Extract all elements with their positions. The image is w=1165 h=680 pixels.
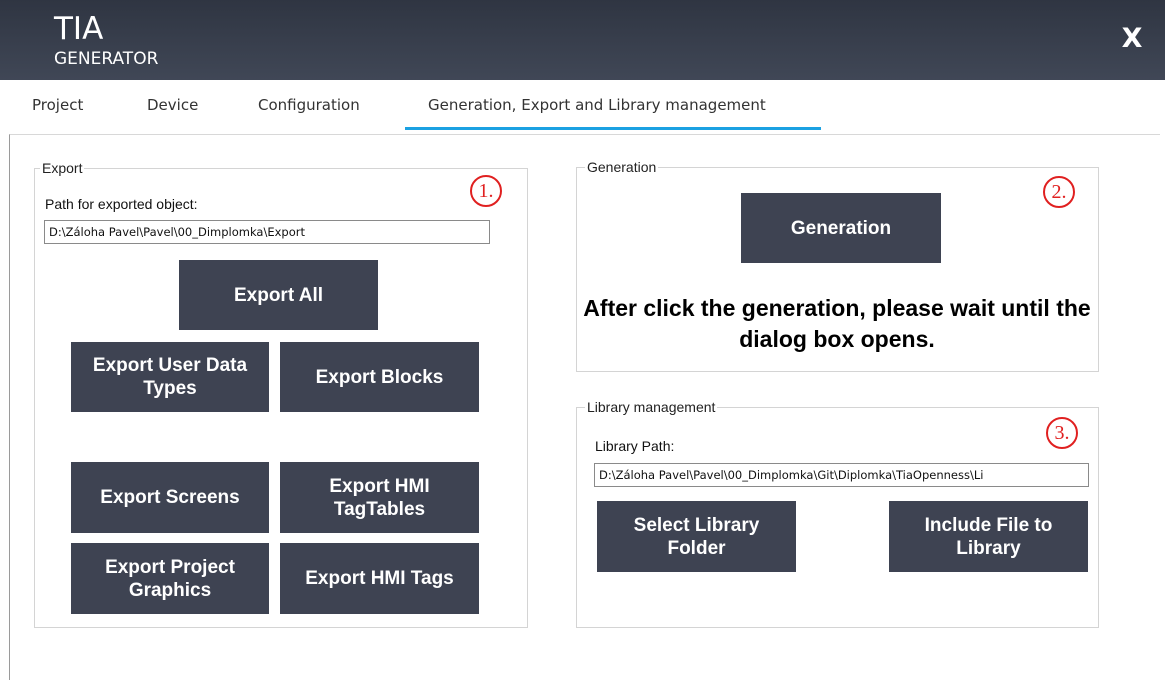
export-blocks-button[interactable]: Export Blocks: [280, 342, 479, 412]
step-marker-2: 2.: [1043, 176, 1075, 208]
step-marker-3: 3.: [1046, 417, 1078, 449]
title-bar: TIA GENERATOR X: [0, 0, 1165, 80]
tab-project[interactable]: Project: [32, 96, 83, 114]
tab-bar: Project Device Configuration Generation,…: [0, 80, 1165, 130]
generation-wait-notice: After click the generation, please wait …: [583, 295, 1091, 352]
export-hmi-tags-button[interactable]: Export HMI Tags: [280, 543, 479, 614]
generation-button[interactable]: Generation: [741, 193, 941, 263]
step-marker-1: 1.: [470, 175, 502, 207]
library-group-legend: Library management: [585, 399, 718, 415]
export-user-data-types-button[interactable]: Export User Data Types: [71, 342, 269, 412]
export-project-graphics-button[interactable]: Export Project Graphics: [71, 543, 269, 614]
export-group-legend: Export: [40, 160, 85, 176]
export-path-input[interactable]: D:\Záloha Pavel\Pavel\00_Dimplomka\Expor…: [44, 220, 490, 244]
library-path-input[interactable]: D:\Záloha Pavel\Pavel\00_Dimplomka\Git\D…: [594, 463, 1089, 487]
generation-group-legend: Generation: [585, 159, 659, 175]
include-file-to-library-button[interactable]: Include File to Library: [889, 501, 1088, 572]
export-all-button[interactable]: Export All: [179, 260, 378, 330]
app-logo-title: TIA: [54, 11, 104, 47]
export-hmi-tagtables-button[interactable]: Export HMI TagTables: [280, 462, 479, 533]
tab-configuration[interactable]: Configuration: [258, 96, 360, 114]
active-tab-indicator: [405, 127, 821, 130]
tab-generation-export-library[interactable]: Generation, Export and Library managemen…: [428, 96, 766, 114]
export-path-label: Path for exported object:: [45, 196, 198, 212]
select-library-folder-button[interactable]: Select Library Folder: [597, 501, 796, 572]
library-path-label: Library Path:: [595, 438, 675, 454]
export-screens-button[interactable]: Export Screens: [71, 462, 269, 533]
close-button[interactable]: X: [1115, 22, 1149, 56]
tab-device[interactable]: Device: [147, 96, 198, 114]
app-logo-subtitle: GENERATOR: [54, 49, 159, 69]
